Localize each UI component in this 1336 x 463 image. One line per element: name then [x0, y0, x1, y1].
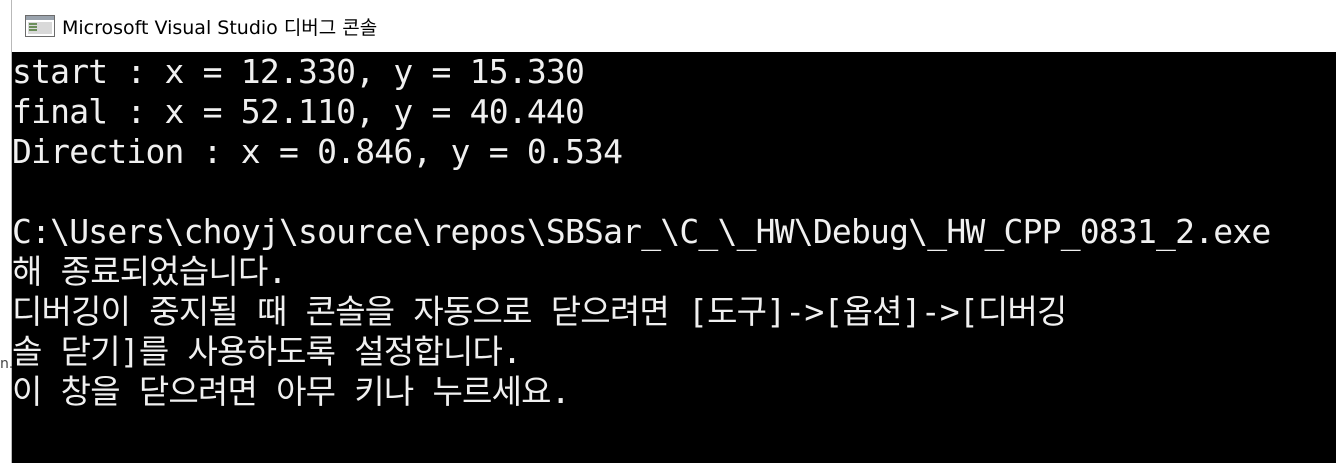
console-line: C:\Users\choyj\source\repos\SBSar_\C_\_H…: [12, 212, 1271, 251]
console-line: Direction : x = 0.846, y = 0.534: [12, 132, 623, 171]
console-line: 솔 닫기]를 사용하도록 설정합니다.: [12, 332, 522, 371]
console-line: 이 창을 닫으려면 아무 키나 누르세요.: [12, 372, 571, 411]
screen: n. Microsoft Visual Studio 디버그 콘솔 start …: [0, 0, 1336, 463]
console-output[interactable]: start : x = 12.330, y = 15.330 final : x…: [12, 52, 1336, 463]
background-text-fragment: n.: [0, 356, 14, 372]
console-app-icon: [25, 15, 55, 37]
debug-console-window[interactable]: Microsoft Visual Studio 디버그 콘솔 start : x…: [12, 0, 1336, 463]
title-bar[interactable]: Microsoft Visual Studio 디버그 콘솔: [12, 0, 1336, 52]
console-line: start : x = 12.330, y = 15.330: [12, 52, 585, 91]
console-line: final : x = 52.110, y = 40.440: [12, 92, 585, 131]
console-line: 해 종료되었습니다.: [12, 252, 287, 291]
console-line: 디버깅이 중지될 때 콘솔을 자동으로 닫으려면 [도구]->[옵션]->[디버…: [12, 292, 1067, 331]
background-window-edge: n.: [0, 0, 14, 463]
window-title: Microsoft Visual Studio 디버그 콘솔: [62, 16, 378, 39]
